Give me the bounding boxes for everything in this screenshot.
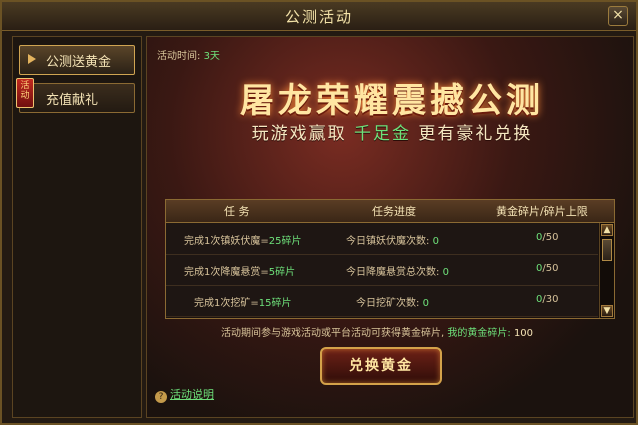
arrow-icon bbox=[28, 54, 36, 64]
progress-cell: 今日降魔悬赏总次数: 0 bbox=[346, 267, 449, 278]
sidebar-item-label: 公测送黄金 bbox=[46, 55, 112, 70]
window-title: 公测活动 bbox=[284, 8, 353, 26]
hero-subtitle-highlight: 千足金 bbox=[354, 124, 411, 144]
hero-banner: 屠龙荣耀震撼公测 玩游戏赢取 千足金 更有豪礼兑换 bbox=[172, 63, 612, 153]
table-row: 完成1次镇妖伏魔=25碎片 今日镇妖伏魔次数: 0 0/50 bbox=[166, 223, 598, 255]
task-cell: 完成1次镇妖伏魔=25碎片 bbox=[184, 236, 302, 247]
sidebar-item-recharge-gift[interactable]: 活动 充值献礼 bbox=[16, 78, 135, 113]
help-link-label: 活动说明 bbox=[170, 388, 214, 401]
hero-title: 屠龙荣耀震撼公测 bbox=[240, 81, 544, 121]
activity-help-link[interactable]: ? 活动说明 bbox=[155, 386, 214, 403]
fragments-cell: 0/50 bbox=[536, 232, 559, 243]
table-body: 完成1次镇妖伏魔=25碎片 今日镇妖伏魔次数: 0 0/50 完成1次降魔悬赏=… bbox=[166, 223, 598, 318]
activity-time-value: 3天 bbox=[203, 51, 220, 62]
help-icon: ? bbox=[155, 391, 167, 403]
table-row: 完成1次降魔悬赏=5碎片 今日降魔悬赏总次数: 0 0/50 bbox=[166, 254, 598, 286]
activity-time: 活动时间: 3天 bbox=[157, 47, 220, 62]
activity-time-label: 活动时间: bbox=[157, 51, 201, 62]
scroll-down-button[interactable]: ▼ bbox=[601, 305, 613, 317]
fragments-cell: 0/30 bbox=[536, 294, 559, 305]
table-header-fragments: 黄金碎片/碎片上限 bbox=[496, 205, 588, 218]
activity-badge: 活动 bbox=[16, 78, 34, 108]
fragment-summary: 活动期间参与游戏活动或平台活动可获得黄金碎片, 我的黄金碎片: 100 bbox=[221, 324, 533, 339]
table-header: 任 务 任务进度 黄金碎片/碎片上限 bbox=[166, 200, 614, 223]
sidebar-item-gift-gold[interactable]: 公测送黄金 bbox=[19, 45, 135, 75]
table-row: 完成1次挖矿=15碎片 今日挖矿次数: 0 0/30 bbox=[166, 285, 598, 317]
fragment-summary-highlight: 我的黄金碎片: bbox=[447, 328, 511, 339]
scroll-up-button[interactable]: ▲ bbox=[601, 224, 613, 236]
progress-cell: 今日镇妖伏魔次数: 0 bbox=[346, 236, 439, 247]
activity-panel: 活动时间: 3天 屠龙荣耀震撼公测 玩游戏赢取 千足金 更有豪礼兑换 任 务 任… bbox=[146, 36, 634, 418]
task-cell: 完成1次挖矿=15碎片 bbox=[194, 298, 292, 309]
task-table: 任 务 任务进度 黄金碎片/碎片上限 完成1次镇妖伏魔=25碎片 今日镇妖伏魔次… bbox=[165, 199, 615, 319]
table-header-task: 任 务 bbox=[224, 205, 250, 218]
game-dialog-frame: 公测活动 × 公测送黄金 活动 充值献礼 活动时间: 3天 屠龙荣耀震撼公测 玩… bbox=[0, 0, 638, 425]
hero-subtitle-before: 玩游戏赢取 bbox=[251, 124, 347, 144]
table-header-progress: 任务进度 bbox=[372, 205, 416, 218]
close-button[interactable]: × bbox=[608, 6, 628, 26]
title-bar: 公测活动 × bbox=[2, 2, 636, 31]
hero-subtitle: 玩游戏赢取 千足金 更有豪礼兑换 bbox=[172, 119, 612, 144]
task-cell: 完成1次降魔悬赏=5碎片 bbox=[184, 267, 296, 278]
fragments-cell: 0/50 bbox=[536, 263, 559, 274]
fragment-summary-value: 100 bbox=[513, 328, 534, 339]
exchange-gold-button[interactable]: 兑换黄金 bbox=[320, 347, 442, 385]
sidebar-item-label: 充值献礼 bbox=[46, 93, 99, 108]
hero-subtitle-after: 更有豪礼兑换 bbox=[418, 124, 533, 144]
sidebar: 公测送黄金 活动 充值献礼 bbox=[12, 36, 142, 418]
scroll-thumb[interactable] bbox=[602, 239, 612, 261]
progress-cell: 今日挖矿次数: 0 bbox=[356, 298, 429, 309]
table-scrollbar[interactable]: ▲ ▼ bbox=[599, 223, 614, 318]
exchange-gold-label: 兑换黄金 bbox=[349, 358, 413, 374]
fragment-summary-prefix: 活动期间参与游戏活动或平台活动可获得黄金碎片, bbox=[221, 328, 445, 339]
